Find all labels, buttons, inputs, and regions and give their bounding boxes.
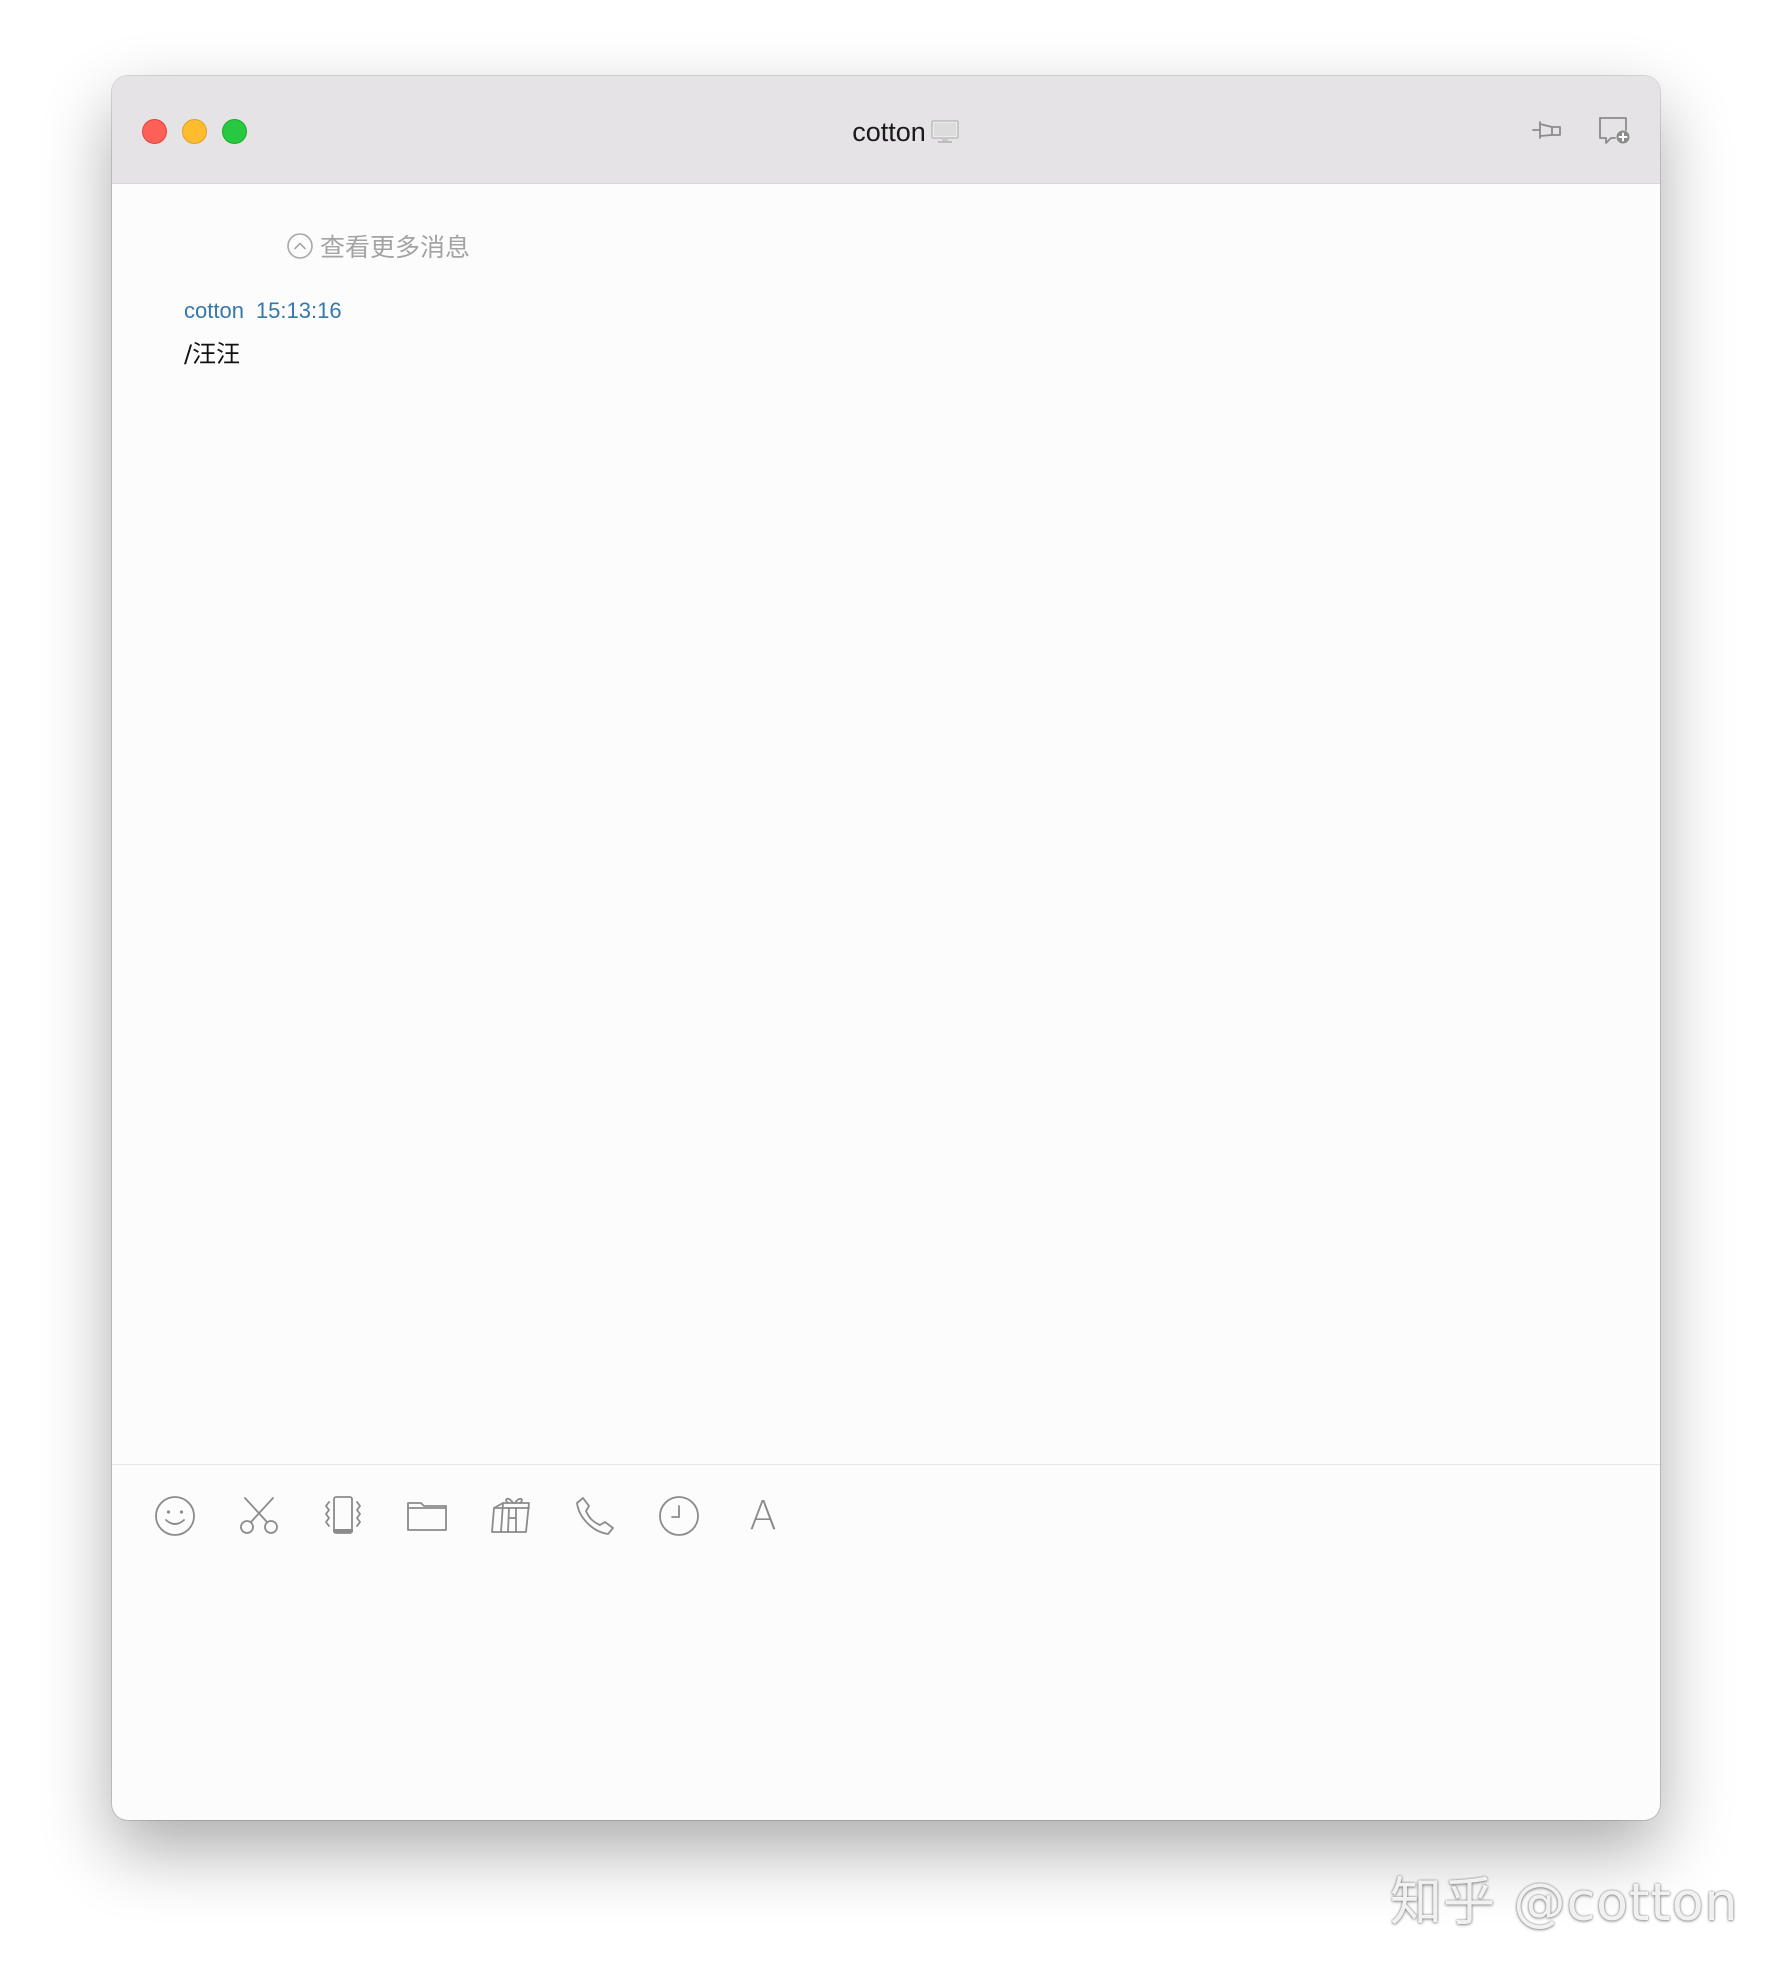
history-button[interactable] [656,1493,702,1539]
emoji-icon [155,1496,195,1536]
screenshot-button[interactable] [236,1493,282,1539]
title-bar[interactable]: cotton [112,76,1660,184]
message-input[interactable] [112,1554,1660,1820]
window-title: cotton [852,116,926,147]
monitor-icon [931,120,959,143]
window-title-group: cotton [112,112,1660,150]
vibrate-button[interactable] [320,1493,366,1539]
message-time: 15:13:16 [255,298,342,323]
message-header: cotton 15:13:16 [184,298,342,324]
compose-toolbar: A [152,1488,824,1544]
phone-icon [576,1497,614,1535]
clock-icon [659,1496,699,1536]
font-icon: A [749,1493,777,1539]
voice-call-button[interactable] [572,1493,618,1539]
emoji-button[interactable] [152,1493,198,1539]
gift-button[interactable] [488,1493,534,1539]
watermark: 知乎 @cotton [1390,1873,1739,1933]
vibrate-icon [325,1496,361,1534]
gift-icon [491,1497,530,1533]
scissors-icon [240,1497,278,1534]
add-chat-icon[interactable] [1596,114,1632,146]
load-more-label: 查看更多消息 [320,233,471,262]
folder-icon [407,1502,447,1531]
chevron-up-circle-icon [287,233,313,259]
message-sender[interactable]: cotton [184,298,244,323]
chat-window: cotton 查看更多消息 cotton 15:13:16 /汪汪 A [112,76,1660,1820]
pin-icon[interactable] [1530,114,1566,146]
load-more-messages-link[interactable]: 查看更多消息 [286,228,470,264]
font-button[interactable]: A [740,1493,786,1539]
input-divider [112,1464,1660,1465]
message-text: /汪汪 [184,340,241,368]
send-file-button[interactable] [404,1493,450,1539]
